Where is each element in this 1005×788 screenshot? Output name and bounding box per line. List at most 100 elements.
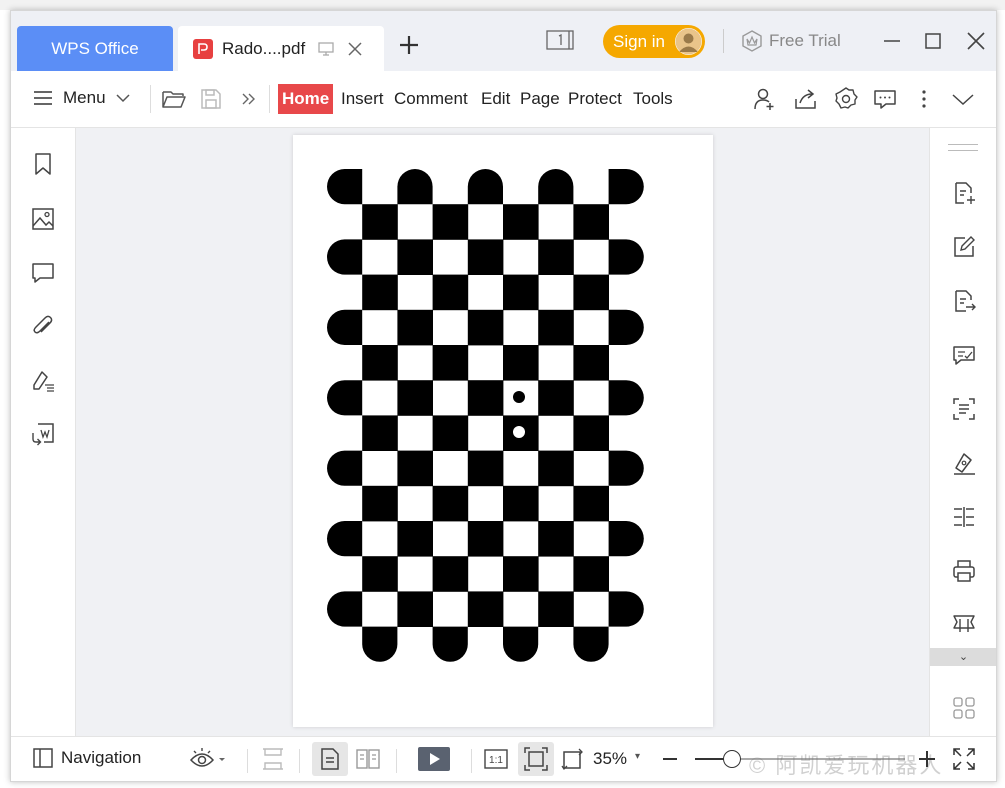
- navigation-panel-icon: [33, 748, 53, 768]
- monitor-icon[interactable]: [317, 41, 335, 57]
- two-page-icon[interactable]: [355, 746, 381, 772]
- checker-square: [362, 204, 398, 240]
- checker-square: [432, 274, 469, 311]
- tab-page[interactable]: Page: [520, 84, 560, 114]
- tab-document[interactable]: Rado....pdf: [178, 26, 384, 71]
- checker-square: [608, 169, 644, 205]
- checker-square: [608, 309, 644, 345]
- open-folder-icon[interactable]: [161, 86, 187, 112]
- checker-square: [467, 591, 504, 627]
- edit-pdf-icon[interactable]: [951, 234, 977, 260]
- ocr-icon[interactable]: [951, 396, 977, 422]
- rotate-page-icon[interactable]: [560, 746, 586, 772]
- window-layout-icon[interactable]: [546, 29, 574, 51]
- sidebar-grip-icon[interactable]: [948, 144, 978, 151]
- more-options-icon[interactable]: [911, 86, 937, 112]
- zoom-level[interactable]: 35%: [593, 749, 627, 769]
- checker-square: [327, 380, 363, 416]
- checker-square: [432, 485, 469, 522]
- checker-square: [503, 345, 539, 381]
- minimize-icon[interactable]: [880, 29, 904, 53]
- checker-square: [467, 309, 504, 346]
- checker-square: [432, 415, 469, 451]
- more-tools-icon[interactable]: [236, 86, 262, 112]
- settings-gear-icon[interactable]: [833, 86, 859, 112]
- feedback-chat-icon[interactable]: [872, 86, 898, 112]
- checker-square: [467, 239, 504, 275]
- convert-icon[interactable]: [30, 421, 56, 447]
- tab-tools[interactable]: Tools: [633, 84, 673, 114]
- zoom-in-icon[interactable]: [914, 746, 940, 772]
- compare-icon[interactable]: [951, 504, 977, 530]
- chevron-down-icon: [116, 94, 130, 103]
- share-user-icon[interactable]: [752, 86, 778, 112]
- actual-size-icon[interactable]: 1:1: [483, 746, 509, 772]
- maximize-icon[interactable]: [921, 29, 945, 53]
- checker-square: [538, 380, 574, 416]
- checker-square: [397, 169, 433, 205]
- checker-square: [573, 345, 609, 381]
- sign-in-button[interactable]: Sign in: [603, 25, 705, 58]
- left-sidebar: [11, 128, 76, 736]
- zoom-dropdown-icon[interactable]: ▾: [635, 751, 640, 762]
- single-page-icon[interactable]: [317, 746, 343, 772]
- attachment-icon[interactable]: [30, 313, 56, 339]
- checker-square: [503, 485, 539, 522]
- checker-square: [538, 591, 574, 627]
- new-tab-icon[interactable]: [398, 34, 420, 56]
- comment-icon[interactable]: [30, 260, 56, 286]
- checker-square: [467, 450, 504, 487]
- sign-in-label: Sign in: [613, 31, 665, 51]
- close-window-icon[interactable]: [964, 29, 988, 53]
- checker-square: [432, 345, 469, 381]
- tab-protect[interactable]: Protect: [568, 84, 622, 114]
- checker-square: [327, 239, 363, 275]
- tab-home[interactable]: Home: [278, 84, 334, 114]
- play-slideshow-icon[interactable]: [417, 746, 451, 772]
- navigation-label: Navigation: [61, 748, 142, 767]
- title-bar: WPS Office Rado....pdf Sign in Free Tria…: [11, 11, 996, 71]
- menu-button[interactable]: Menu: [33, 88, 130, 108]
- status-bar: Navigation 1:1 35% ▾ © 阿凯爱玩机器人: [11, 736, 996, 781]
- document-canvas[interactable]: [76, 128, 929, 736]
- close-tab-icon[interactable]: [347, 41, 363, 57]
- tab-edit[interactable]: Edit: [481, 84, 510, 114]
- pdf-to-word-icon[interactable]: [951, 180, 977, 206]
- tab-comment[interactable]: Comment: [394, 84, 468, 114]
- tab-wps-office[interactable]: WPS Office: [17, 26, 173, 71]
- signature-icon[interactable]: [951, 450, 977, 476]
- checkerboard-pattern: [327, 169, 644, 662]
- checker-square: [538, 521, 574, 557]
- annotate-icon[interactable]: [951, 342, 977, 368]
- continuous-scroll-icon[interactable]: [260, 746, 286, 772]
- checker-square: [467, 521, 504, 557]
- fullscreen-icon[interactable]: [951, 746, 977, 772]
- checker-square: [608, 591, 644, 627]
- zoom-slider-thumb[interactable]: [722, 750, 741, 768]
- zoom-out-icon[interactable]: [657, 746, 683, 772]
- eye-reading-mode-icon[interactable]: [189, 746, 233, 772]
- doc-tab-title: Rado....pdf: [222, 38, 306, 58]
- checker-square: [503, 274, 539, 311]
- apps-icon[interactable]: [951, 695, 977, 721]
- navigation-button[interactable]: Navigation: [33, 748, 141, 768]
- sidebar-scroll-down-icon[interactable]: ⌄: [930, 648, 996, 666]
- hamburger-icon: [34, 91, 52, 105]
- avatar-icon: [675, 28, 702, 55]
- sign-icon[interactable]: [30, 368, 56, 394]
- tab-insert[interactable]: Insert: [341, 84, 384, 114]
- toolbar-separator: [150, 85, 151, 113]
- export-icon[interactable]: [951, 288, 977, 314]
- free-trial-button[interactable]: Free Trial: [741, 30, 841, 52]
- bookmark-icon[interactable]: [30, 151, 56, 177]
- print-icon[interactable]: [951, 558, 977, 584]
- image-icon[interactable]: [30, 206, 56, 232]
- collapse-ribbon-icon[interactable]: [950, 86, 976, 112]
- checker-square: [397, 309, 433, 346]
- checker-square: [362, 556, 398, 592]
- fit-page-icon[interactable]: [523, 746, 549, 772]
- wps-window: WPS Office Rado....pdf Sign in Free Tria…: [10, 10, 997, 782]
- save-icon[interactable]: [198, 86, 224, 112]
- export-share-icon[interactable]: [793, 86, 819, 112]
- scan-icon[interactable]: [951, 612, 977, 638]
